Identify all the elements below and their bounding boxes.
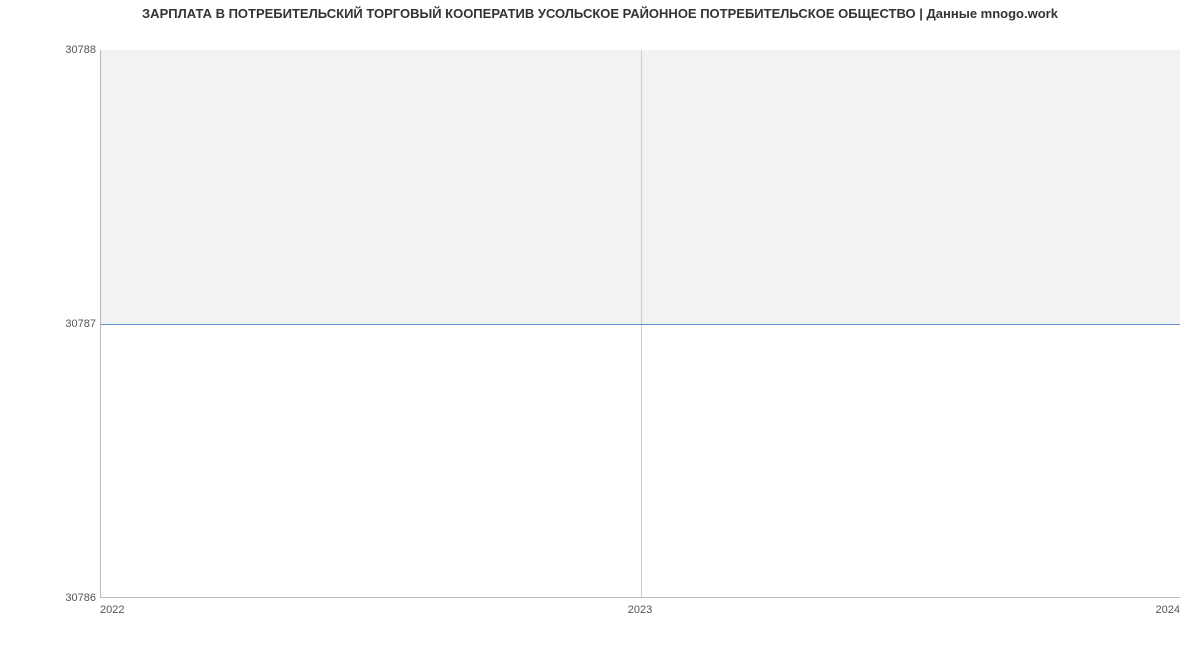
chart-container: ЗАРПЛАТА В ПОТРЕБИТЕЛЬСКИЙ ТОРГОВЫЙ КООП… bbox=[0, 0, 1200, 650]
chart-title: ЗАРПЛАТА В ПОТРЕБИТЕЛЬСКИЙ ТОРГОВЫЙ КООП… bbox=[0, 6, 1200, 21]
x-tick-label: 2022 bbox=[100, 604, 124, 616]
y-tick-label: 30788 bbox=[65, 44, 96, 56]
x-tick-label: 2024 bbox=[1156, 604, 1180, 616]
y-tick-label: 30787 bbox=[65, 318, 96, 330]
plot-area bbox=[100, 50, 1180, 598]
y-tick-label: 30786 bbox=[65, 592, 96, 604]
x-tick-label: 2023 bbox=[628, 604, 652, 616]
series-line bbox=[101, 324, 1180, 325]
